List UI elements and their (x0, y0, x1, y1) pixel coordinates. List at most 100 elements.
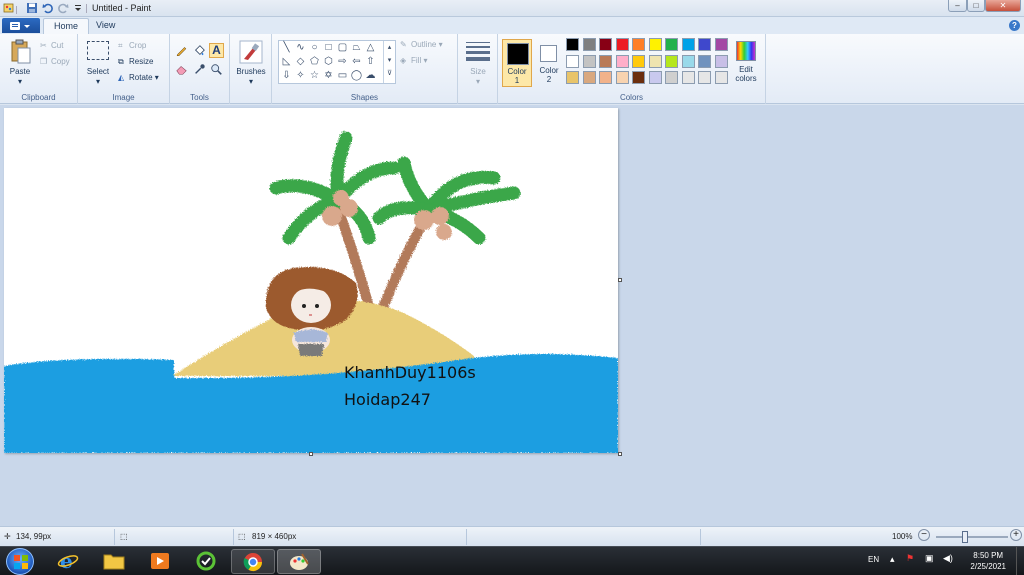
brushes-button[interactable]: Brushes (231, 67, 271, 76)
select-button[interactable]: Select (82, 67, 114, 76)
pencil-icon[interactable] (174, 43, 189, 58)
palette-swatch[interactable] (582, 38, 596, 51)
pentagon-shape-icon[interactable]: ⬠ (308, 56, 321, 67)
down-arrow-shape-icon[interactable]: ⇩ (280, 70, 293, 81)
input-language[interactable]: EN (868, 555, 879, 564)
palette-swatch[interactable] (665, 54, 678, 68)
redo-icon[interactable] (57, 2, 69, 14)
copy-button[interactable]: ❐ Copy (40, 57, 70, 66)
media-player-taskbar-button[interactable] (138, 549, 182, 574)
crop-button[interactable]: ⌗ Crop (118, 41, 146, 50)
help-icon[interactable]: ? (1009, 20, 1020, 31)
palette-swatch[interactable] (632, 54, 645, 68)
palette-swatch[interactable] (648, 38, 662, 51)
cut-button[interactable]: ✂ Cut (40, 41, 63, 50)
shapes-scroll[interactable]: ▴ ▾ ⊽ (383, 41, 395, 83)
brushes-dropdown-icon[interactable]: ▾ (245, 77, 257, 86)
edit-colors-button[interactable]: Edit colors (733, 39, 759, 87)
network-icon[interactable]: ▣ (925, 553, 934, 564)
maximize-button[interactable]: □ (967, 0, 985, 12)
palette-swatch[interactable] (632, 71, 645, 84)
system-clock[interactable]: 8:50 PM 2/25/2021 (970, 550, 1006, 572)
palette-swatch[interactable] (582, 54, 596, 68)
palette-swatch[interactable] (681, 38, 695, 51)
oval-shape-icon[interactable]: ○ (308, 42, 321, 53)
palette-swatch[interactable] (648, 71, 662, 84)
magnifier-icon[interactable] (209, 62, 224, 77)
eraser-icon[interactable] (174, 62, 189, 77)
chrome-taskbar-button[interactable] (231, 549, 275, 574)
minimize-button[interactable]: – (948, 0, 967, 12)
resize-handle-right[interactable] (618, 278, 622, 282)
utility-taskbar-button[interactable] (184, 549, 228, 574)
drawing-canvas[interactable]: KhanhDuy1106s Hoidap247 (4, 108, 618, 453)
paste-icon[interactable] (10, 39, 32, 65)
palette-swatch[interactable] (582, 71, 596, 84)
action-center-icon[interactable]: ⚑ (906, 553, 914, 564)
palette-swatch[interactable] (714, 71, 728, 84)
zoom-slider-thumb[interactable] (961, 531, 968, 543)
zoom-in-button[interactable]: + (1010, 529, 1022, 541)
fill-button[interactable]: ◈ Fill ▾ (400, 56, 427, 65)
oval-callout-shape-icon[interactable]: ◯ (350, 70, 363, 81)
zoom-slider-track[interactable] (936, 536, 1008, 538)
select-dropdown-icon[interactable]: ▾ (92, 77, 104, 86)
customize-quick-access-icon[interactable] (72, 2, 84, 14)
five-point-star-shape-icon[interactable]: ☆ (308, 70, 321, 81)
palette-swatch[interactable] (665, 38, 678, 51)
up-arrow-shape-icon[interactable]: ⇧ (364, 56, 377, 67)
palette-swatch[interactable] (599, 54, 612, 68)
six-point-star-shape-icon[interactable]: ✡ (322, 70, 335, 81)
show-hidden-icons-icon[interactable]: ▴ (890, 554, 895, 565)
right-arrow-shape-icon[interactable]: ⇨ (336, 56, 349, 67)
palette-swatch[interactable] (681, 54, 695, 68)
palette-swatch[interactable] (632, 38, 645, 51)
palette-swatch[interactable] (599, 38, 612, 51)
palette-swatch[interactable] (615, 38, 629, 51)
show-desktop-button[interactable] (1016, 547, 1024, 575)
triangle-shape-icon[interactable]: △ (364, 42, 377, 53)
palette-swatch[interactable] (714, 54, 728, 68)
size-dropdown-icon[interactable]: ▾ (472, 77, 484, 86)
palette-swatch[interactable] (599, 71, 612, 84)
undo-icon[interactable] (42, 2, 54, 14)
paste-dropdown-icon[interactable]: ▾ (14, 77, 26, 86)
file-explorer-taskbar-button[interactable] (92, 549, 136, 574)
paint-taskbar-button[interactable] (277, 549, 321, 574)
tab-home[interactable]: Home (43, 18, 90, 34)
outline-button[interactable]: ✎ Outline ▾ (400, 40, 443, 49)
rotate-button[interactable]: ◭ Rotate ▾ (118, 73, 159, 82)
size-icon[interactable] (466, 42, 490, 61)
color2-button[interactable]: Color 2 (535, 39, 563, 87)
brush-icon[interactable] (239, 40, 263, 64)
resize-button[interactable]: ⧉ Resize (118, 57, 153, 66)
palette-swatch[interactable] (714, 38, 728, 51)
paint-menu-button[interactable] (2, 18, 40, 33)
callout-shape-icon[interactable]: ▭ (336, 70, 349, 81)
palette-swatch[interactable] (648, 54, 662, 68)
line-shape-icon[interactable]: ╲ (280, 42, 293, 53)
text-tool-icon[interactable]: A (209, 43, 224, 58)
paste-button[interactable]: Paste (4, 67, 36, 76)
start-button[interactable] (6, 548, 34, 575)
rounded-rectangle-shape-icon[interactable]: ▢ (336, 42, 349, 53)
four-point-star-shape-icon[interactable]: ✧ (294, 70, 307, 81)
palette-swatch[interactable] (566, 71, 579, 84)
palette-swatch[interactable] (615, 71, 629, 84)
palette-swatch[interactable] (698, 71, 711, 84)
save-icon[interactable] (26, 2, 38, 14)
palette-swatch[interactable] (698, 54, 711, 68)
palette-swatch[interactable] (698, 38, 711, 51)
fill-bucket-icon[interactable] (192, 43, 207, 58)
palette-swatch[interactable] (681, 71, 695, 84)
palette-swatch[interactable] (566, 38, 579, 51)
volume-icon[interactable]: ◀) (943, 553, 953, 564)
curve-shape-icon[interactable]: ∿ (294, 42, 307, 53)
color-picker-icon[interactable] (192, 62, 207, 77)
left-arrow-shape-icon[interactable]: ⇦ (350, 56, 363, 67)
rectangle-shape-icon[interactable]: □ (322, 42, 335, 53)
right-triangle-shape-icon[interactable]: ◺ (280, 56, 293, 67)
polygon-shape-icon[interactable]: ⏢ (350, 42, 363, 53)
cloud-callout-shape-icon[interactable]: ☁ (364, 70, 377, 81)
palette-swatch[interactable] (615, 54, 629, 68)
